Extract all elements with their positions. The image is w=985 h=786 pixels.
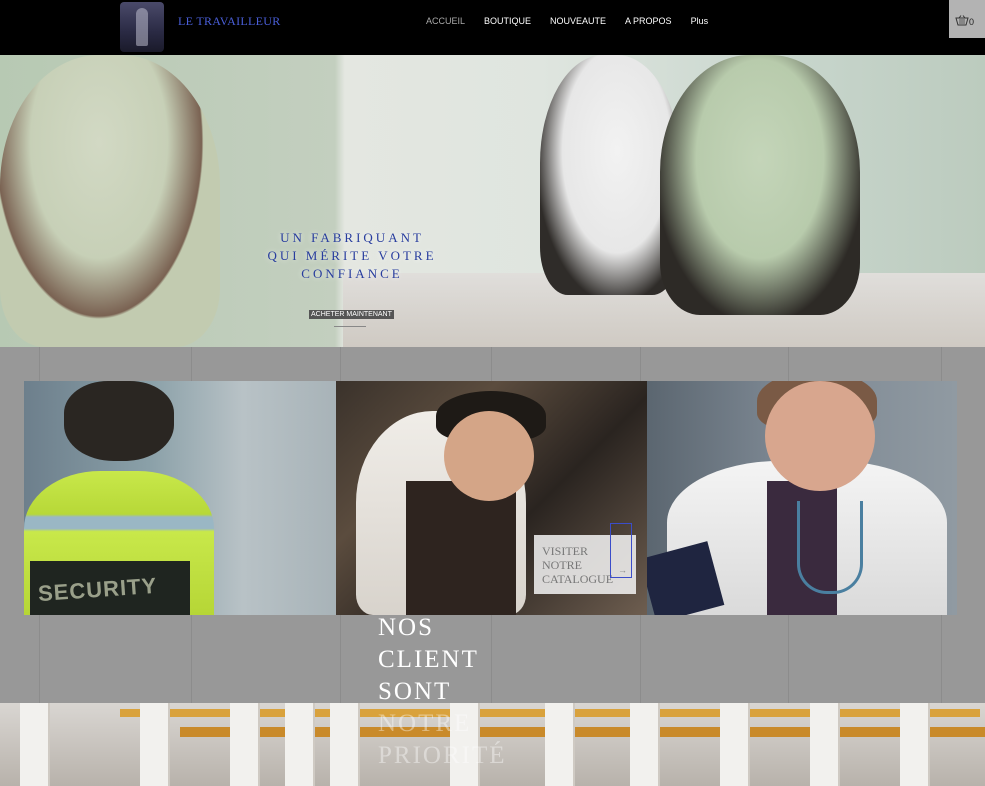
slogan-heading: NOS CLIENT SONT NOTRE PRIORITÉ [378, 612, 507, 772]
building-column [810, 703, 838, 786]
cta-line: VISITER [542, 544, 588, 558]
hero-title: UN FABRIQUANT QUI MÉRITE VOTRE CONFIANCE [262, 229, 442, 283]
building-column [140, 703, 168, 786]
hero-title-line: QUI MÉRITE VOTRE [267, 248, 437, 263]
hero-title-line: CONFIANCE [301, 266, 403, 281]
chef-face [444, 411, 534, 501]
security-tile: SECURITY [24, 381, 336, 615]
nav-item-boutique[interactable]: BOUTIQUE [484, 16, 531, 26]
building-column [630, 703, 658, 786]
hero-worker-left [0, 55, 220, 347]
stethoscope [797, 501, 863, 594]
cart-button[interactable]: 0 [949, 0, 985, 38]
building-column [900, 703, 928, 786]
slogan-line: SONT [378, 678, 452, 705]
doctor-tile [647, 381, 957, 615]
slogan-line: NOTRE [378, 710, 472, 737]
slogan-line: PRIORITÉ [378, 742, 507, 769]
nav-item-plus[interactable]: Plus [691, 16, 709, 26]
slogan-line: CLIENT [378, 646, 479, 673]
building-column [720, 703, 748, 786]
hero-worker-middle [540, 55, 680, 295]
hero-worker-right [660, 55, 860, 315]
logo-image[interactable] [120, 2, 164, 52]
building-column [285, 703, 313, 786]
cart-count: 0 [969, 17, 975, 27]
hero-title-line: UN FABRIQUANT [280, 230, 424, 245]
cta-line: NOTRE [542, 558, 582, 572]
basket-icon [955, 15, 969, 26]
chef-tile: VISITER NOTRE CATALOGUE → [336, 381, 647, 615]
arrow-right-icon: → [618, 565, 627, 575]
chef-apron [406, 481, 516, 615]
cta-line: CATALOGUE [542, 572, 614, 586]
shop-now-button[interactable]: ACHETER MAINTENANT [309, 310, 394, 319]
logo-text[interactable]: LE TRAVAILLEUR [178, 14, 281, 29]
slogan-line: NOS [378, 614, 435, 641]
building-column [545, 703, 573, 786]
site-header: LE TRAVAILLEUR ACCUEIL BOUTIQUE NOUVEAUT… [0, 0, 985, 55]
building-column [20, 703, 48, 786]
hero-underline [334, 326, 366, 327]
nav-item-a-propos[interactable]: A PROPOS [625, 16, 672, 26]
catalogue-cta[interactable]: VISITER NOTRE CATALOGUE → [534, 523, 636, 594]
building-column [330, 703, 358, 786]
nav-item-nouveaute[interactable]: NOUVEAUTE [550, 16, 606, 26]
security-guard-head [64, 381, 174, 461]
main-nav: ACCUEIL BOUTIQUE NOUVEAUTE A PROPOS Plus [426, 16, 708, 26]
building-column [230, 703, 258, 786]
catalogue-cta-label: VISITER NOTRE CATALOGUE [542, 544, 613, 586]
doctor-face [765, 381, 875, 491]
hero-banner [0, 55, 985, 347]
nav-item-accueil[interactable]: ACCUEIL [426, 16, 465, 26]
